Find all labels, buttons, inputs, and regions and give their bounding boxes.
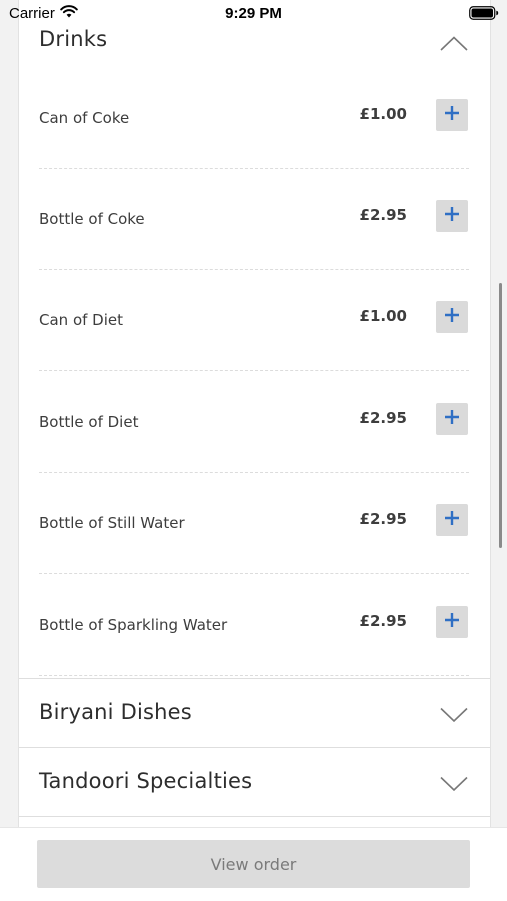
clock: 9:29 PM: [225, 5, 282, 22]
view-order-button[interactable]: View order: [37, 840, 470, 888]
list-item: Can of Coke £1.00: [39, 68, 469, 169]
menu-card: Drinks Can of Coke £1.00 Bottle of Coke …: [18, 0, 491, 828]
chevron-up-icon[interactable]: [440, 36, 468, 55]
list-item: Bottle of Diet £2.95: [39, 372, 469, 473]
chevron-down-icon[interactable]: [440, 776, 468, 795]
item-name: Can of Diet: [39, 311, 123, 329]
plus-icon: [444, 510, 460, 530]
add-item-button[interactable]: [436, 301, 468, 333]
section-header-biryani-dishes[interactable]: Biryani Dishes: [19, 679, 490, 747]
item-divider: [39, 370, 469, 371]
item-price: £2.95: [359, 206, 407, 224]
item-name: Can of Coke: [39, 109, 130, 127]
status-bar: Carrier 9:29 PM: [0, 0, 507, 26]
section-title: Drinks: [39, 27, 108, 51]
section-divider: [19, 816, 490, 817]
item-price: £1.00: [359, 105, 407, 123]
item-price: £2.95: [359, 612, 407, 630]
plus-icon: [444, 206, 460, 226]
add-item-button[interactable]: [436, 200, 468, 232]
item-price: £2.95: [359, 510, 407, 528]
plus-icon: [444, 612, 460, 632]
plus-icon: [444, 307, 460, 327]
item-name: Bottle of Coke: [39, 210, 145, 228]
list-item: Bottle of Sparkling Water £2.95: [39, 575, 469, 676]
add-item-button[interactable]: [436, 504, 468, 536]
section-title: Biryani Dishes: [39, 700, 192, 724]
chevron-down-icon[interactable]: [440, 707, 468, 726]
item-divider: [39, 675, 469, 676]
item-divider: [39, 573, 469, 574]
item-price: £1.00: [359, 307, 407, 325]
item-price: £2.95: [359, 409, 407, 427]
list-item: Can of Diet £1.00: [39, 270, 469, 371]
list-item: Bottle of Still Water £2.95: [39, 473, 469, 574]
plus-icon: [444, 409, 460, 429]
bottom-bar: View order: [0, 827, 507, 901]
item-name: Bottle of Sparkling Water: [39, 616, 228, 634]
section-title: Tandoori Specialties: [39, 769, 253, 793]
list-item: Bottle of Coke £2.95: [39, 169, 469, 270]
add-item-button[interactable]: [436, 606, 468, 638]
add-item-button[interactable]: [436, 403, 468, 435]
item-name: Bottle of Still Water: [39, 514, 185, 532]
section-header-tandoori-specialties[interactable]: Tandoori Specialties: [19, 748, 490, 816]
scrollbar[interactable]: [499, 283, 502, 548]
plus-icon: [444, 105, 460, 125]
item-name: Bottle of Diet: [39, 413, 139, 431]
add-item-button[interactable]: [436, 99, 468, 131]
battery-icon: [469, 6, 499, 25]
